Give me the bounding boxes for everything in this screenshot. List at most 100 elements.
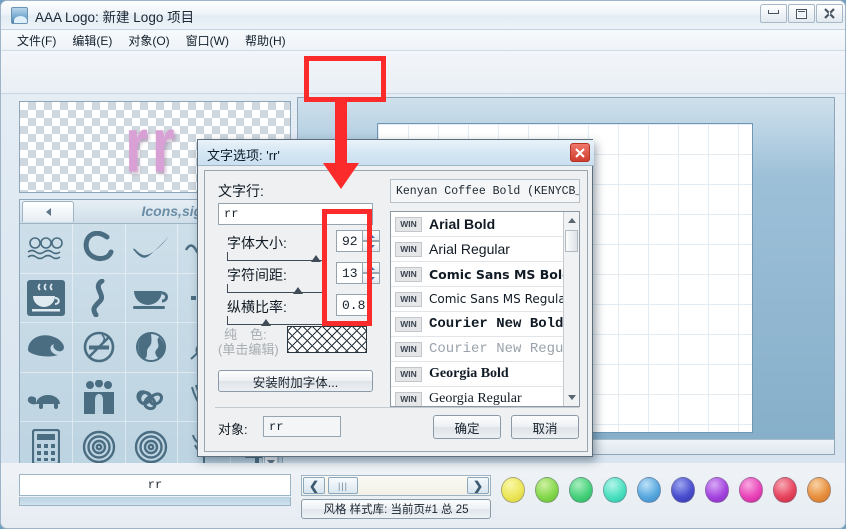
text-options-dialog[interactable]: 文字选项: 'rr' 文字行: rr 字体大小: 92 字符间距: 13 纵横比… — [197, 139, 594, 457]
cancel-button[interactable]: 取消 — [511, 415, 579, 439]
letter-spacing-stepper[interactable] — [362, 262, 380, 284]
color-swatch-green[interactable] — [569, 477, 593, 503]
font-list-item[interactable]: WIN Comic Sans MS Regular — [391, 287, 564, 312]
style-scroll-right-button[interactable]: ❯ — [467, 477, 489, 494]
style-scroll-thumb[interactable]: ||| — [328, 477, 358, 494]
color-swatch-orange[interactable] — [807, 477, 831, 503]
gallery-prev-button[interactable] — [22, 201, 74, 222]
font-list-scroll-down-button[interactable] — [565, 391, 578, 404]
close-button[interactable] — [816, 4, 843, 23]
font-list-item[interactable]: WIN Georgia Bold — [391, 362, 564, 387]
color-swatch-red[interactable] — [773, 477, 797, 503]
color-swatch-magenta[interactable] — [739, 477, 763, 503]
font-list[interactable]: WIN Arial Bold WIN Arial Regular WIN Com… — [390, 211, 580, 407]
menu-bar: 文件(F) 编辑(E) 对象(O) 窗口(W) 帮助(H) — [1, 30, 845, 51]
object-label: 对象: — [218, 422, 248, 437]
chevron-down-icon — [367, 276, 375, 281]
font-list-item[interactable]: WIN Courier New Bold — [391, 312, 564, 337]
font-list-item-label: Courier New Regular — [429, 341, 564, 357]
gallery-item-coffee-cup[interactable] — [125, 273, 179, 324]
dialog-close-button[interactable] — [570, 143, 590, 162]
menu-item-help[interactable]: 帮助(H) — [238, 30, 293, 51]
gallery-item-swoosh-check[interactable] — [125, 224, 179, 274]
gallery-item-glasses-waves[interactable] — [20, 224, 73, 274]
menu-item-window[interactable]: 窗口(W) — [179, 30, 236, 51]
font-list-item[interactable]: WIN Comic Sans MS Bold — [391, 262, 564, 287]
window-title: AAA Logo: 新建 Logo 项目 — [35, 10, 195, 25]
font-size-stepper[interactable] — [362, 230, 380, 252]
font-list-item[interactable]: WIN Georgia Regular — [391, 387, 564, 406]
menu-item-object[interactable]: 对象(O) — [121, 30, 176, 51]
font-list-rows: WIN Arial Bold WIN Arial Regular WIN Com… — [391, 212, 564, 406]
gallery-item-globe[interactable] — [125, 323, 179, 373]
text-line-input[interactable]: rr — [218, 203, 373, 225]
ok-button[interactable]: 确定 — [433, 415, 501, 439]
maximize-button[interactable] — [788, 4, 815, 23]
font-list-scroll-up-button[interactable] — [565, 214, 578, 227]
object-text-field-footer — [19, 497, 291, 506]
gallery-item-s-curve[interactable] — [72, 273, 126, 324]
aspect-ratio-label: 纵横比率: — [227, 299, 287, 315]
gallery-item-family-arch[interactable] — [72, 372, 126, 423]
color-swatch-row — [501, 477, 831, 503]
object-name-input[interactable]: rr — [263, 416, 341, 437]
chevron-up-icon — [367, 265, 375, 270]
color-swatch-teal[interactable] — [603, 477, 627, 503]
chevron-left-icon: ❮ — [308, 478, 320, 493]
letter-spacing-stepper-up[interactable] — [362, 262, 380, 273]
gallery-item-turtle[interactable] — [20, 372, 73, 423]
font-size-stepper-down[interactable] — [362, 241, 380, 252]
gallery-item-no-smoking[interactable] — [72, 323, 126, 373]
font-size-slider-handle[interactable] — [311, 255, 321, 262]
object-text-field[interactable]: rr — [19, 474, 291, 496]
gallery-item-hot-coffee[interactable] — [20, 273, 73, 324]
text-line-label: 文字行: — [218, 183, 264, 199]
color-swatch-indigo[interactable] — [671, 477, 695, 503]
aspect-ratio-slider-handle[interactable] — [261, 319, 271, 326]
color-swatch-yellow-green[interactable] — [535, 477, 559, 503]
scroll-down-icon — [567, 395, 576, 400]
gallery-item-wave-swirl[interactable] — [20, 323, 73, 373]
style-library-scrollbar[interactable]: ❮ ||| ❯ — [301, 475, 491, 496]
letter-spacing-stepper-down[interactable] — [362, 273, 380, 284]
grip-icon: ||| — [337, 480, 348, 491]
color-swatch-yellow[interactable] — [501, 477, 525, 503]
solid-color-swatch[interactable] — [287, 326, 367, 353]
dialog-title-bar: 文字选项: 'rr' — [198, 140, 594, 166]
letter-spacing-slider[interactable] — [227, 284, 327, 293]
solid-color-label-line2: (单击编辑) — [218, 342, 279, 357]
install-additional-fonts-button[interactable]: 安装附加字体... — [218, 370, 373, 392]
style-library-status[interactable]: 风格 样式库: 当前页#1 总 25 — [301, 499, 491, 519]
win-badge-icon: WIN — [395, 266, 422, 282]
font-list-item[interactable]: WIN Courier New Regular — [391, 337, 564, 362]
dialog-separator — [215, 407, 579, 408]
gallery-item-clover[interactable] — [125, 372, 179, 423]
color-swatch-blue[interactable] — [637, 477, 661, 503]
arrow-left-icon — [45, 208, 51, 216]
font-list-item-label: Courier New Bold — [429, 316, 564, 332]
letter-spacing-slider-handle[interactable] — [293, 287, 303, 294]
chevron-down-icon — [367, 244, 375, 249]
font-list-item-label: Comic Sans MS Bold — [429, 266, 564, 282]
menu-item-file[interactable]: 文件(F) — [10, 30, 63, 51]
font-list-item[interactable]: WIN Arial Regular — [391, 237, 564, 262]
win-badge-icon: WIN — [395, 391, 422, 406]
aspect-ratio-input[interactable]: 0.8 — [336, 294, 372, 316]
app-window: AAA Logo: 新建 Logo 项目 文件(F) 编辑(E) 对象(O) 窗… — [0, 0, 846, 529]
font-list-scroll-thumb[interactable] — [565, 230, 578, 252]
gallery-item-loop[interactable] — [72, 224, 126, 274]
font-list-scrollbar[interactable] — [563, 212, 579, 406]
chevron-right-icon: ❯ — [472, 478, 484, 493]
win-badge-icon: WIN — [395, 241, 422, 257]
aspect-ratio-slider[interactable] — [227, 316, 327, 325]
preview-text: rr — [125, 102, 179, 189]
font-size-stepper-up[interactable] — [362, 230, 380, 241]
color-swatch-purple[interactable] — [705, 477, 729, 503]
selected-font-name[interactable]: Kenyan Coffee Bold (KENYCB__) — [390, 179, 580, 203]
minimize-button[interactable] — [760, 4, 787, 23]
style-scroll-left-button[interactable]: ❮ — [303, 477, 325, 494]
font-list-item[interactable]: WIN Arial Bold — [391, 212, 564, 237]
chevron-up-icon — [367, 233, 375, 238]
close-icon — [575, 147, 585, 158]
menu-item-edit[interactable]: 编辑(E) — [65, 30, 119, 51]
